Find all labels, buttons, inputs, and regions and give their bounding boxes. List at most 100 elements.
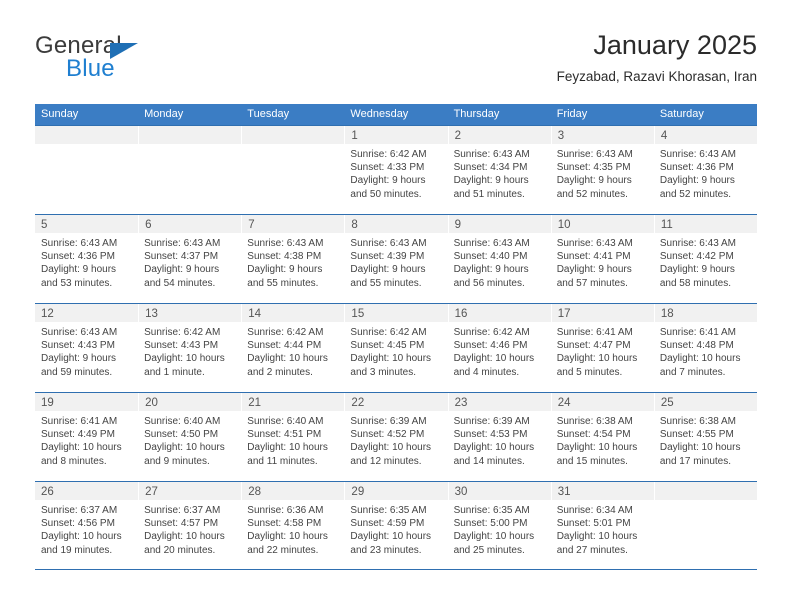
day-cell[interactable]: 12 Sunrise: 6:43 AM Sunset: 4:43 PM Dayl… <box>35 304 139 392</box>
day-cell[interactable]: 3 Sunrise: 6:43 AM Sunset: 4:35 PM Dayli… <box>550 126 654 214</box>
day-cell[interactable]: 2 Sunrise: 6:43 AM Sunset: 4:34 PM Dayli… <box>447 126 551 214</box>
day-cell[interactable]: 15 Sunrise: 6:42 AM Sunset: 4:45 PM Dayl… <box>344 304 448 392</box>
day-number-band: 17 <box>550 304 654 322</box>
day-info: Sunrise: 6:43 AM Sunset: 4:36 PM Dayligh… <box>35 233 138 290</box>
sunrise-text: Sunrise: 6:43 AM <box>453 238 530 249</box>
day-cell[interactable]: 5 Sunrise: 6:43 AM Sunset: 4:36 PM Dayli… <box>35 215 139 303</box>
sunrise-text: Sunrise: 6:41 AM <box>41 416 118 427</box>
day-cell[interactable] <box>138 126 242 214</box>
sunrise-text: Sunrise: 6:38 AM <box>556 416 633 427</box>
daylight-text-line1: Daylight: 10 hours <box>556 353 638 365</box>
day-cell[interactable]: 8 Sunrise: 6:43 AM Sunset: 4:39 PM Dayli… <box>344 215 448 303</box>
sunset-text: Sunset: 4:44 PM <box>247 340 322 352</box>
day-cell[interactable]: 7 Sunrise: 6:43 AM Sunset: 4:38 PM Dayli… <box>241 215 345 303</box>
daylight-text-line1: Daylight: 10 hours <box>247 353 328 365</box>
day-cell[interactable]: 30 Sunrise: 6:35 AM Sunset: 5:00 PM Dayl… <box>447 482 551 569</box>
day-info: Sunrise: 6:41 AM Sunset: 4:49 PM Dayligh… <box>35 411 138 468</box>
day-number-band: 10 <box>550 215 654 233</box>
day-cell[interactable]: 29 Sunrise: 6:35 AM Sunset: 4:59 PM Dayl… <box>344 482 448 569</box>
sunrise-text: Sunrise: 6:34 AM <box>556 505 633 516</box>
day-cell[interactable]: 25 Sunrise: 6:38 AM Sunset: 4:55 PM Dayl… <box>653 393 757 481</box>
day-number: 22 <box>351 397 365 409</box>
day-cell[interactable]: 23 Sunrise: 6:39 AM Sunset: 4:53 PM Dayl… <box>447 393 551 481</box>
daylight-text-line2: and 7 minutes. <box>659 366 726 378</box>
day-cell[interactable]: 6 Sunrise: 6:43 AM Sunset: 4:37 PM Dayli… <box>138 215 242 303</box>
day-cell[interactable]: 27 Sunrise: 6:37 AM Sunset: 4:57 PM Dayl… <box>138 482 242 569</box>
day-cell[interactable]: 24 Sunrise: 6:38 AM Sunset: 4:54 PM Dayl… <box>550 393 654 481</box>
day-info: Sunrise: 6:37 AM Sunset: 4:56 PM Dayligh… <box>35 500 138 557</box>
sunset-text: Sunset: 4:39 PM <box>350 251 425 263</box>
sunrise-text: Sunrise: 6:37 AM <box>41 505 118 516</box>
day-number-band: 24 <box>550 393 654 411</box>
sunset-text: Sunset: 4:36 PM <box>41 251 115 263</box>
sunrise-text: Sunrise: 6:42 AM <box>144 327 221 338</box>
day-info: Sunrise: 6:39 AM Sunset: 4:53 PM Dayligh… <box>448 411 551 468</box>
day-cell[interactable]: 1 Sunrise: 6:42 AM Sunset: 4:33 PM Dayli… <box>344 126 448 214</box>
daylight-text-line2: and 15 minutes. <box>556 455 628 467</box>
day-info: Sunrise: 6:37 AM Sunset: 4:57 PM Dayligh… <box>138 500 241 557</box>
day-cell[interactable]: 4 Sunrise: 6:43 AM Sunset: 4:36 PM Dayli… <box>653 126 757 214</box>
day-info: Sunrise: 6:40 AM Sunset: 4:50 PM Dayligh… <box>138 411 241 468</box>
daylight-text-line1: Daylight: 9 hours <box>144 264 220 276</box>
sunrise-text: Sunrise: 6:38 AM <box>659 416 736 427</box>
day-cell[interactable] <box>653 482 757 569</box>
daylight-text-line2: and 59 minutes. <box>41 366 113 378</box>
day-cell[interactable]: 13 Sunrise: 6:42 AM Sunset: 4:43 PM Dayl… <box>138 304 242 392</box>
day-number-band: 12 <box>35 304 139 322</box>
day-number: 3 <box>557 130 565 142</box>
day-cell[interactable]: 14 Sunrise: 6:42 AM Sunset: 4:44 PM Dayl… <box>241 304 345 392</box>
daylight-text-line2: and 1 minute. <box>144 366 205 378</box>
sunset-text: Sunset: 4:53 PM <box>453 429 528 441</box>
daylight-text-line2: and 9 minutes. <box>144 455 210 467</box>
sunset-text: Sunset: 4:55 PM <box>659 429 734 441</box>
day-info: Sunrise: 6:35 AM Sunset: 4:59 PM Dayligh… <box>344 500 447 557</box>
daylight-text-line2: and 54 minutes. <box>144 277 216 289</box>
day-number: 8 <box>351 219 358 231</box>
sunrise-text: Sunrise: 6:43 AM <box>453 149 530 160</box>
day-cell[interactable]: 26 Sunrise: 6:37 AM Sunset: 4:56 PM Dayl… <box>35 482 139 569</box>
daylight-text-line1: Daylight: 10 hours <box>247 531 328 543</box>
sunset-text: Sunset: 4:50 PM <box>144 429 219 441</box>
day-number <box>35 130 41 142</box>
weekday-header-monday: Monday <box>144 108 184 120</box>
daylight-text-line2: and 17 minutes. <box>659 455 732 467</box>
day-cell[interactable]: 16 Sunrise: 6:42 AM Sunset: 4:46 PM Dayl… <box>447 304 551 392</box>
day-number-band: 23 <box>447 393 551 411</box>
day-cell[interactable]: 31 Sunrise: 6:34 AM Sunset: 5:01 PM Dayl… <box>550 482 654 569</box>
day-cell[interactable]: 28 Sunrise: 6:36 AM Sunset: 4:58 PM Dayl… <box>241 482 345 569</box>
weekday-header-thursday: Thursday <box>453 108 500 120</box>
daylight-text-line1: Daylight: 9 hours <box>247 264 323 276</box>
daylight-text-line1: Daylight: 10 hours <box>144 353 225 365</box>
daylight-text-line2: and 57 minutes. <box>556 277 628 289</box>
daylight-text-line1: Daylight: 10 hours <box>144 531 225 543</box>
day-number: 6 <box>145 219 152 231</box>
day-cell[interactable]: 9 Sunrise: 6:43 AM Sunset: 4:40 PM Dayli… <box>447 215 551 303</box>
day-cell[interactable] <box>35 126 139 214</box>
weekday-header-saturday: Saturday <box>659 108 704 120</box>
sunrise-text: Sunrise: 6:40 AM <box>247 416 324 427</box>
weekday-header-tuesday: Tuesday <box>247 108 290 120</box>
sunrise-text: Sunrise: 6:43 AM <box>556 238 633 249</box>
day-cell[interactable]: 22 Sunrise: 6:39 AM Sunset: 4:52 PM Dayl… <box>344 393 448 481</box>
day-number-band: 1 <box>344 126 448 144</box>
day-cell[interactable]: 18 Sunrise: 6:41 AM Sunset: 4:48 PM Dayl… <box>653 304 757 392</box>
day-cell[interactable]: 19 Sunrise: 6:41 AM Sunset: 4:49 PM Dayl… <box>35 393 139 481</box>
day-number <box>139 130 145 142</box>
day-cell[interactable]: 17 Sunrise: 6:41 AM Sunset: 4:47 PM Dayl… <box>550 304 654 392</box>
page-header: General Blue January 2025 Feyzabad, Raza… <box>35 28 757 94</box>
sunrise-text: Sunrise: 6:43 AM <box>350 238 427 249</box>
day-number: 21 <box>248 397 262 409</box>
day-info: Sunrise: 6:35 AM Sunset: 5:00 PM Dayligh… <box>448 500 551 557</box>
day-number-band: 14 <box>241 304 345 322</box>
day-cell[interactable]: 10 Sunrise: 6:43 AM Sunset: 4:41 PM Dayl… <box>550 215 654 303</box>
daylight-text-line1: Daylight: 10 hours <box>659 353 741 365</box>
day-cell[interactable]: 20 Sunrise: 6:40 AM Sunset: 4:50 PM Dayl… <box>138 393 242 481</box>
sunrise-text: Sunrise: 6:43 AM <box>659 149 736 160</box>
day-number-band: 27 <box>138 482 242 500</box>
day-cell[interactable] <box>241 126 345 214</box>
day-cell[interactable]: 11 Sunrise: 6:43 AM Sunset: 4:42 PM Dayl… <box>653 215 757 303</box>
day-number: 25 <box>660 397 674 409</box>
sunset-text: Sunset: 4:43 PM <box>41 340 115 352</box>
daylight-text-line2: and 25 minutes. <box>453 544 525 556</box>
day-cell[interactable]: 21 Sunrise: 6:40 AM Sunset: 4:51 PM Dayl… <box>241 393 345 481</box>
